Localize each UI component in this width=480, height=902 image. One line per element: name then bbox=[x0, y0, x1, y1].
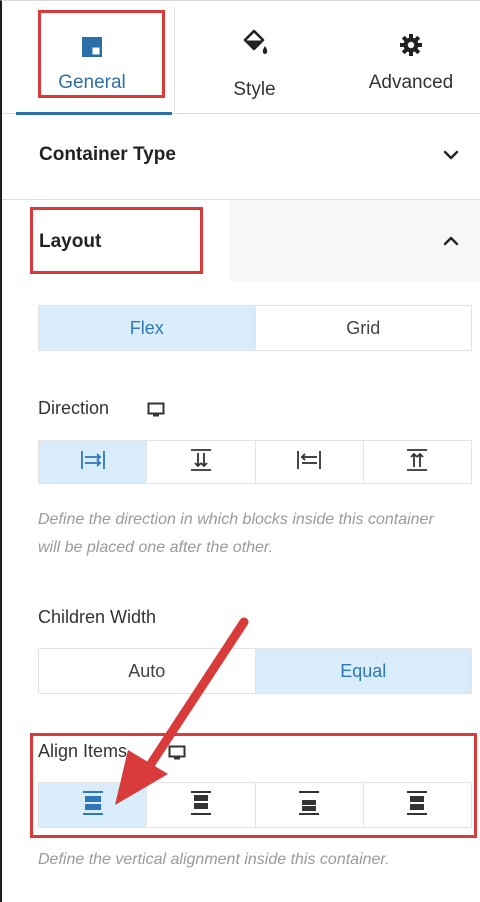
children-width-label: Children Width bbox=[38, 607, 157, 627]
tab-general-label: General bbox=[58, 72, 126, 93]
flex-option[interactable]: Flex bbox=[39, 306, 256, 350]
align-center-icon bbox=[404, 790, 430, 821]
section-title: Layout bbox=[39, 231, 102, 252]
grid-option[interactable]: Grid bbox=[255, 306, 471, 350]
direction-column-reverse-button[interactable] bbox=[363, 441, 471, 483]
tab-style[interactable]: Style bbox=[177, 0, 332, 114]
children-width-control: Auto Equal bbox=[38, 648, 472, 694]
align-start-icon bbox=[188, 790, 214, 821]
container-type-toggle: Flex Grid bbox=[38, 305, 472, 351]
align-stretch-button[interactable] bbox=[39, 783, 148, 827]
tab-bar: General Style Advanced bbox=[2, 0, 480, 115]
direction-control bbox=[38, 440, 472, 484]
row-reverse-icon bbox=[296, 448, 322, 477]
align-items-label: Align Items bbox=[38, 741, 128, 761]
align-stretch-icon bbox=[80, 790, 106, 821]
direction-label: Direction bbox=[38, 398, 110, 418]
paint-bucket-icon bbox=[241, 28, 269, 63]
section-container-type[interactable]: Container Type bbox=[2, 114, 480, 200]
chevron-up-icon bbox=[442, 232, 460, 250]
direction-row-button[interactable] bbox=[39, 441, 148, 483]
column-icon bbox=[188, 448, 214, 477]
align-start-button[interactable] bbox=[147, 783, 256, 827]
tab-advanced[interactable]: Advanced bbox=[342, 0, 480, 114]
tab-advanced-label: Advanced bbox=[368, 72, 454, 93]
align-end-icon bbox=[296, 790, 322, 821]
direction-help-text: Define the direction in which blocks ins… bbox=[38, 511, 434, 556]
tab-divider bbox=[174, 8, 175, 112]
chevron-down-icon bbox=[442, 146, 460, 164]
direction-column-button[interactable] bbox=[147, 441, 256, 483]
section-layout[interactable]: Layout bbox=[2, 200, 480, 290]
section-title: Container Type bbox=[39, 144, 176, 165]
tab-style-label: Style bbox=[233, 79, 276, 100]
column-reverse-icon bbox=[404, 448, 430, 477]
align-end-button[interactable] bbox=[255, 783, 364, 827]
monitor-icon[interactable] bbox=[147, 402, 165, 418]
tab-general[interactable]: General bbox=[12, 0, 172, 115]
direction-row-reverse-button[interactable] bbox=[255, 441, 364, 483]
monitor-icon[interactable] bbox=[168, 745, 186, 761]
align-items-control bbox=[38, 782, 472, 828]
width-auto-option[interactable]: Auto bbox=[39, 649, 256, 693]
align-items-help-text: Define the vertical alignment inside thi… bbox=[38, 851, 390, 868]
gear-icon bbox=[399, 33, 423, 62]
align-center-button[interactable] bbox=[363, 783, 471, 827]
width-equal-option[interactable]: Equal bbox=[255, 649, 471, 693]
layout-icon bbox=[81, 36, 103, 63]
row-icon bbox=[80, 448, 106, 477]
